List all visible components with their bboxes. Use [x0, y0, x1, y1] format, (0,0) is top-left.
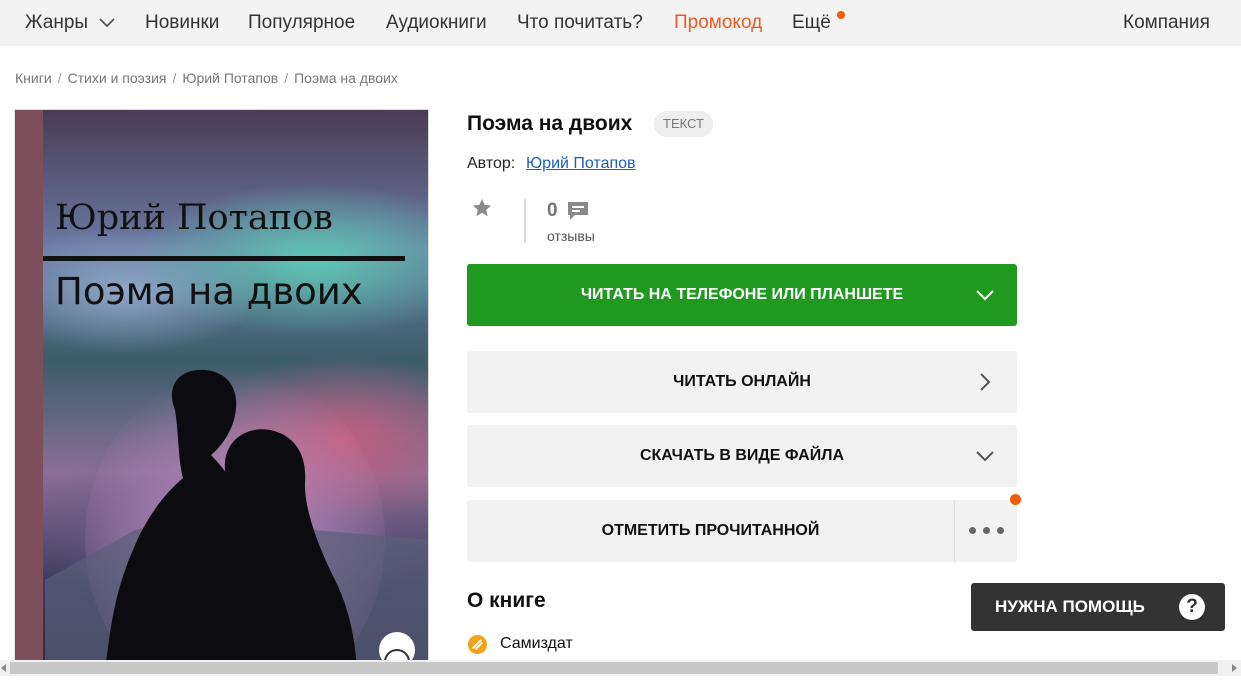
more-options-button[interactable]	[954, 500, 1017, 562]
mark-as-read-button[interactable]: Отметить прочитанной	[467, 500, 954, 562]
cover-author: Юрий Потапов	[55, 198, 333, 238]
nav-new[interactable]: Новинки	[145, 12, 219, 34]
download-file-label: Скачать в виде файла	[639, 447, 845, 464]
nav-popular[interactable]: Популярное	[248, 12, 355, 34]
more-dot-icon	[997, 527, 1004, 534]
more-dot-icon	[983, 527, 990, 534]
more-dot-icon	[969, 527, 976, 534]
breadcrumb-separator: /	[57, 70, 62, 86]
couple-silhouette-image	[45, 369, 428, 668]
breadcrumb-item-author[interactable]: Юрий Потапов	[182, 70, 278, 86]
author-label: Автор:	[467, 155, 516, 172]
about-heading: О книге	[467, 589, 546, 612]
chevron-down-icon	[99, 18, 115, 28]
breadcrumb-item-poetry[interactable]: Стихи и поэзия	[68, 70, 167, 86]
reviews-label: отзывы	[547, 228, 595, 244]
reviews-count[interactable]: 0	[547, 200, 558, 222]
download-file-button[interactable]: Скачать в виде файла	[467, 425, 1017, 487]
rating-divider	[524, 199, 526, 243]
book-title: Поэма на двоих	[467, 112, 633, 135]
help-label: Нужна помощь	[995, 597, 1145, 616]
nav-promocode[interactable]: Промокод	[674, 12, 762, 34]
nav-what-to-read[interactable]: Что почитать?	[517, 12, 643, 34]
question-icon: ?	[1179, 594, 1205, 620]
chevron-right-icon	[980, 373, 991, 391]
book-cover[interactable]: Юрий Потапов Поэма на двоих	[14, 109, 429, 669]
publisher-name[interactable]: Самиздат	[500, 635, 573, 653]
scroll-left-arrow-icon[interactable]	[1, 664, 6, 672]
nav-more[interactable]: Ещё	[792, 12, 831, 34]
nav-genres[interactable]: Жанры	[25, 12, 115, 34]
horizontal-scrollbar[interactable]	[0, 660, 1241, 676]
author-link[interactable]: Юрий Потапов	[526, 155, 636, 173]
top-navigation: Жанры Новинки Популярное Аудиокниги Что …	[0, 0, 1241, 46]
chevron-down-icon	[976, 290, 994, 301]
publisher-logo-icon	[467, 634, 488, 655]
cover-divider	[43, 256, 405, 261]
nav-genres-label: Жанры	[25, 12, 89, 33]
comment-icon	[568, 202, 588, 220]
scrollbar-thumb[interactable]	[10, 662, 1218, 674]
mark-as-read-label: Отметить прочитанной	[601, 522, 820, 539]
breadcrumb-separator: /	[172, 70, 177, 86]
nav-company[interactable]: Компания	[1123, 12, 1210, 34]
star-icon[interactable]	[471, 197, 493, 219]
read-online-label: Читать онлайн	[673, 373, 811, 390]
read-online-button[interactable]: Читать онлайн	[467, 351, 1017, 413]
notification-dot	[837, 11, 845, 19]
cover-title: Поэма на двоих	[55, 270, 363, 313]
read-on-device-label: Читать на телефоне или планшете	[580, 286, 904, 303]
format-badge: ТЕКСТ	[654, 111, 713, 137]
breadcrumb: Книги / Стихи и поэзия / Юрий Потапов / Поэма …	[15, 70, 398, 86]
nav-audiobooks[interactable]: Аудиокниги	[386, 12, 487, 34]
help-button[interactable]: Нужна помощь ?	[971, 583, 1225, 631]
breadcrumb-separator: /	[284, 70, 289, 86]
read-on-device-button[interactable]: Читать на телефоне или планшете	[467, 264, 1017, 326]
scroll-right-arrow-icon[interactable]	[1232, 664, 1237, 672]
notification-dot	[1010, 494, 1021, 505]
breadcrumb-item-current: Поэма на двоих	[294, 70, 398, 86]
breadcrumb-item-books[interactable]: Книги	[15, 70, 52, 86]
chevron-down-icon	[976, 451, 994, 462]
